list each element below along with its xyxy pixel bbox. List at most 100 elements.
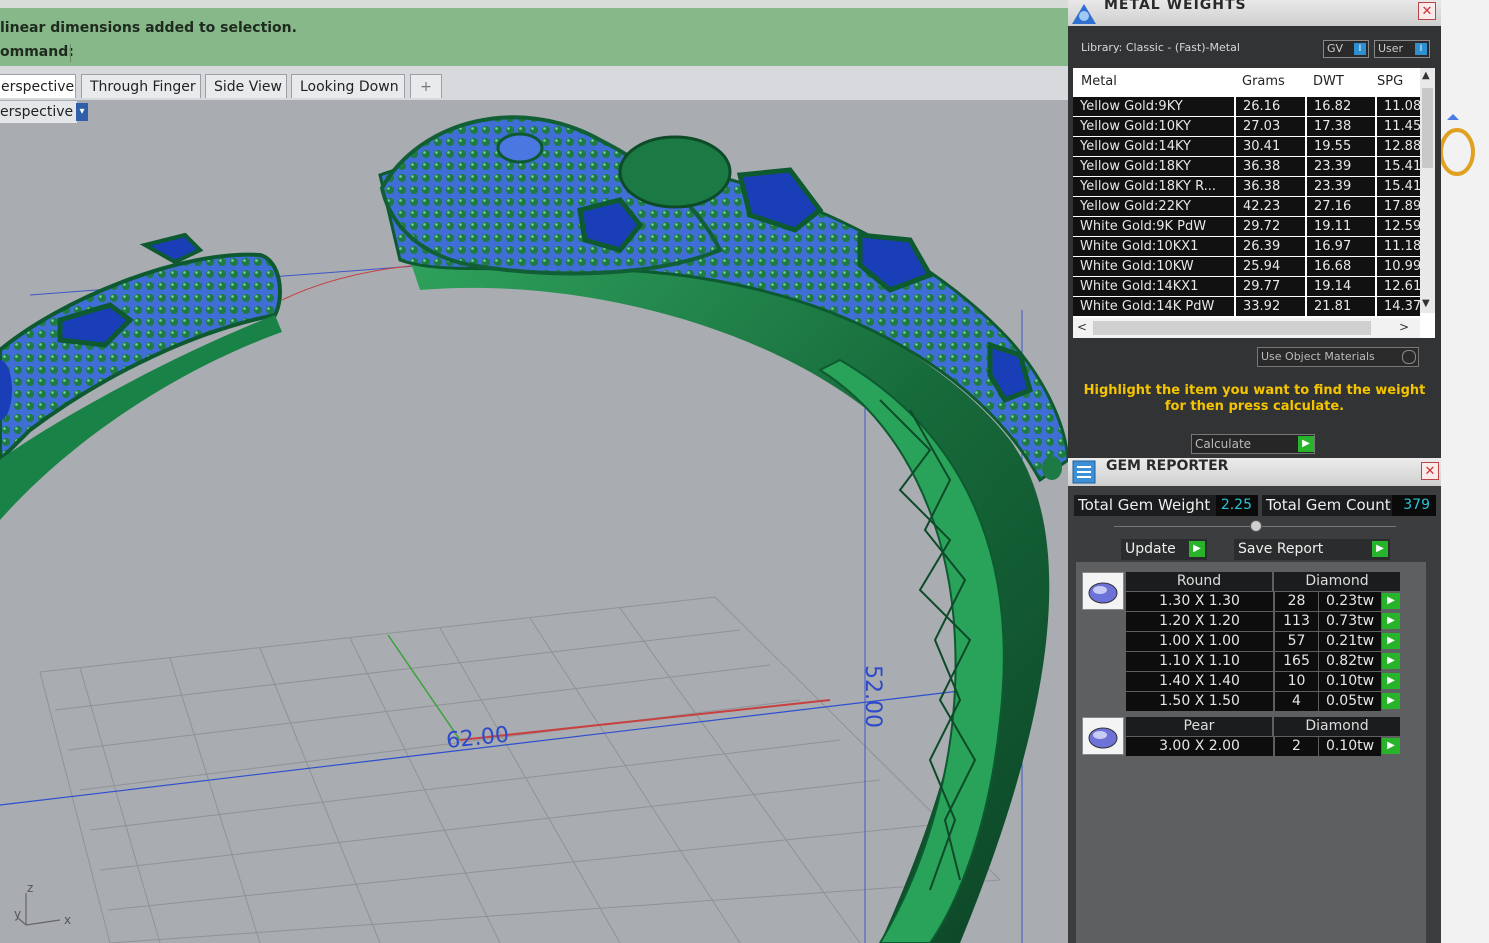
tab-looking-down[interactable]: Looking Down (291, 74, 405, 98)
grams-cell[interactable]: 36.38 (1236, 157, 1305, 176)
metal-row[interactable]: White Gold:10KX1 26.39 16.97 11.18 (1073, 237, 1420, 257)
gem-reporter-close-button[interactable]: ✕ (1421, 462, 1439, 480)
metal-name-cell[interactable]: Yellow Gold:14KY (1073, 137, 1234, 156)
tab-through-finger[interactable]: Through Finger (81, 74, 201, 98)
scroll-right-arrow-icon[interactable]: > (1399, 320, 1409, 334)
select-gems-button[interactable]: ▶ (1382, 693, 1400, 709)
spg-cell[interactable]: 10.99 (1377, 257, 1420, 276)
add-tab-button[interactable]: + (410, 74, 442, 98)
metal-name-cell[interactable]: White Gold:9K PdW (1073, 217, 1234, 236)
spg-cell[interactable]: 15.41 (1377, 177, 1420, 196)
spg-cell[interactable]: 11.08 (1377, 97, 1420, 116)
scroll-up-arrow-icon[interactable]: ▲ (1422, 70, 1430, 81)
play-arrow-icon: ▶ (1298, 436, 1314, 452)
dwt-cell[interactable]: 16.97 (1307, 237, 1375, 256)
metal-name-cell[interactable]: Yellow Gold:18KY (1073, 157, 1234, 176)
gem-setting (139, 232, 204, 265)
metal-row[interactable]: White Gold:9K PdW 29.72 19.11 12.59 (1073, 217, 1420, 237)
col-header-dwt[interactable]: DWT (1313, 68, 1344, 95)
metal-row[interactable]: Yellow Gold:18KY 36.38 23.39 15.41 (1073, 157, 1420, 177)
grams-cell[interactable]: 26.39 (1236, 237, 1305, 256)
select-gems-button[interactable]: ▶ (1382, 653, 1400, 669)
metal-row[interactable]: Yellow Gold:18KY R... 36.38 23.39 15.41 (1073, 177, 1420, 197)
metal-row[interactable]: Yellow Gold:14KY 30.41 19.55 12.88 (1073, 137, 1420, 157)
select-gems-button[interactable]: ▶ (1382, 633, 1400, 649)
spg-cell[interactable]: 11.45 (1377, 117, 1420, 136)
save-report-button[interactable]: Save Report ▶ (1234, 539, 1390, 560)
metal-row[interactable]: Yellow Gold:9KY 26.16 16.82 11.08 (1073, 97, 1420, 117)
metal-name-cell[interactable]: Yellow Gold:10KY (1073, 117, 1234, 136)
user-toggle[interactable]: User I (1374, 40, 1430, 58)
metal-table-vscroll[interactable]: ▲ ▼ (1420, 68, 1435, 313)
scroll-left-arrow-icon[interactable]: < (1077, 320, 1087, 334)
scroll-down-arrow-icon[interactable]: ▼ (1422, 298, 1430, 309)
select-gems-button[interactable]: ▶ (1382, 738, 1400, 754)
metal-weights-titlebar[interactable]: METAL WEIGHTS ✕ (1068, 0, 1441, 26)
round-gem-thumbnail-icon[interactable] (1082, 572, 1124, 610)
spg-cell[interactable]: 17.89 (1377, 197, 1420, 216)
select-gems-button[interactable]: ▶ (1382, 613, 1400, 629)
dwt-cell[interactable]: 17.38 (1307, 117, 1375, 136)
dwt-cell[interactable]: 27.16 (1307, 197, 1375, 216)
grams-cell[interactable]: 27.03 (1236, 117, 1305, 136)
grams-cell[interactable]: 29.77 (1236, 277, 1305, 296)
col-header-grams[interactable]: Grams (1242, 68, 1285, 95)
use-object-materials-toggle[interactable]: Use Object Materials (1257, 347, 1419, 367)
collapse-toggle-icon[interactable] (1250, 520, 1262, 532)
grams-cell[interactable]: 42.23 (1236, 197, 1305, 216)
tab-perspective[interactable]: erspective (0, 74, 76, 98)
metal-table-hscroll[interactable]: < > (1073, 318, 1420, 338)
spg-cell[interactable]: 14.37 (1377, 297, 1420, 316)
pear-gem-thumbnail-icon[interactable] (1082, 717, 1124, 755)
metal-name-cell[interactable]: White Gold:14K PdW (1073, 297, 1234, 316)
calculate-button[interactable]: Calculate ▶ (1191, 434, 1315, 454)
dwt-cell[interactable]: 21.81 (1307, 297, 1375, 316)
grams-cell[interactable]: 25.94 (1236, 257, 1305, 276)
ring-thumbnail-icon[interactable] (1441, 108, 1481, 178)
metal-row[interactable]: White Gold:14KX1 29.77 19.14 12.61 (1073, 277, 1420, 297)
metal-row[interactable]: White Gold:10KW 25.94 16.68 10.99 (1073, 257, 1420, 277)
dwt-cell[interactable]: 19.55 (1307, 137, 1375, 156)
dwt-cell[interactable]: 19.11 (1307, 217, 1375, 236)
spg-cell[interactable]: 12.59 (1377, 217, 1420, 236)
metal-row[interactable]: Yellow Gold:10KY 27.03 17.38 11.45 (1073, 117, 1420, 137)
viewport-menu-dropdown[interactable]: ▾ (76, 103, 88, 121)
update-button[interactable]: Update ▶ (1121, 539, 1207, 560)
dwt-cell[interactable]: 19.14 (1307, 277, 1375, 296)
select-gems-button[interactable]: ▶ (1382, 673, 1400, 689)
grams-cell[interactable]: 26.16 (1236, 97, 1305, 116)
select-gems-button[interactable]: ▶ (1382, 593, 1400, 609)
viewport-3d[interactable]: 62.00 52.00 z x y (0, 100, 1068, 943)
spg-cell[interactable]: 11.18 (1377, 237, 1420, 256)
tab-side-view[interactable]: Side View (205, 74, 287, 98)
viewport-title[interactable]: erspective (0, 101, 78, 123)
col-header-metal[interactable]: Metal (1081, 68, 1117, 95)
metal-table-vscroll-thumb[interactable] (1422, 88, 1433, 168)
metal-row[interactable]: Yellow Gold:22KY 42.23 27.16 17.89 (1073, 197, 1420, 217)
metal-name-cell[interactable]: Yellow Gold:22KY (1073, 197, 1234, 216)
command-prompt[interactable]: ommand: (0, 44, 74, 60)
gem-reporter-titlebar[interactable]: GEM REPORTER ✕ (1068, 458, 1441, 486)
dwt-cell[interactable]: 23.39 (1307, 177, 1375, 196)
metal-name-cell[interactable]: Yellow Gold:9KY (1073, 97, 1234, 116)
metal-row[interactable]: White Gold:14K PdW 33.92 21.81 14.37 (1073, 297, 1420, 317)
grams-cell[interactable]: 29.72 (1236, 217, 1305, 236)
spg-cell[interactable]: 12.88 (1377, 137, 1420, 156)
grams-cell[interactable]: 36.38 (1236, 177, 1305, 196)
dwt-cell[interactable]: 16.68 (1307, 257, 1375, 276)
metal-name-cell[interactable]: Yellow Gold:18KY R... (1073, 177, 1234, 196)
grams-cell[interactable]: 33.92 (1236, 297, 1305, 316)
panther-eye (496, 132, 544, 164)
spg-cell[interactable]: 15.41 (1377, 157, 1420, 176)
col-header-spg[interactable]: SPG (1377, 68, 1403, 95)
metal-table-hscroll-thumb[interactable] (1093, 321, 1371, 335)
metal-name-cell[interactable]: White Gold:10KX1 (1073, 237, 1234, 256)
gv-toggle[interactable]: GV I (1323, 40, 1369, 58)
metal-name-cell[interactable]: White Gold:10KW (1073, 257, 1234, 276)
spg-cell[interactable]: 12.61 (1377, 277, 1420, 296)
metal-name-cell[interactable]: White Gold:14KX1 (1073, 277, 1234, 296)
dwt-cell[interactable]: 16.82 (1307, 97, 1375, 116)
dwt-cell[interactable]: 23.39 (1307, 157, 1375, 176)
grams-cell[interactable]: 30.41 (1236, 137, 1305, 156)
metal-weights-close-button[interactable]: ✕ (1418, 2, 1436, 20)
